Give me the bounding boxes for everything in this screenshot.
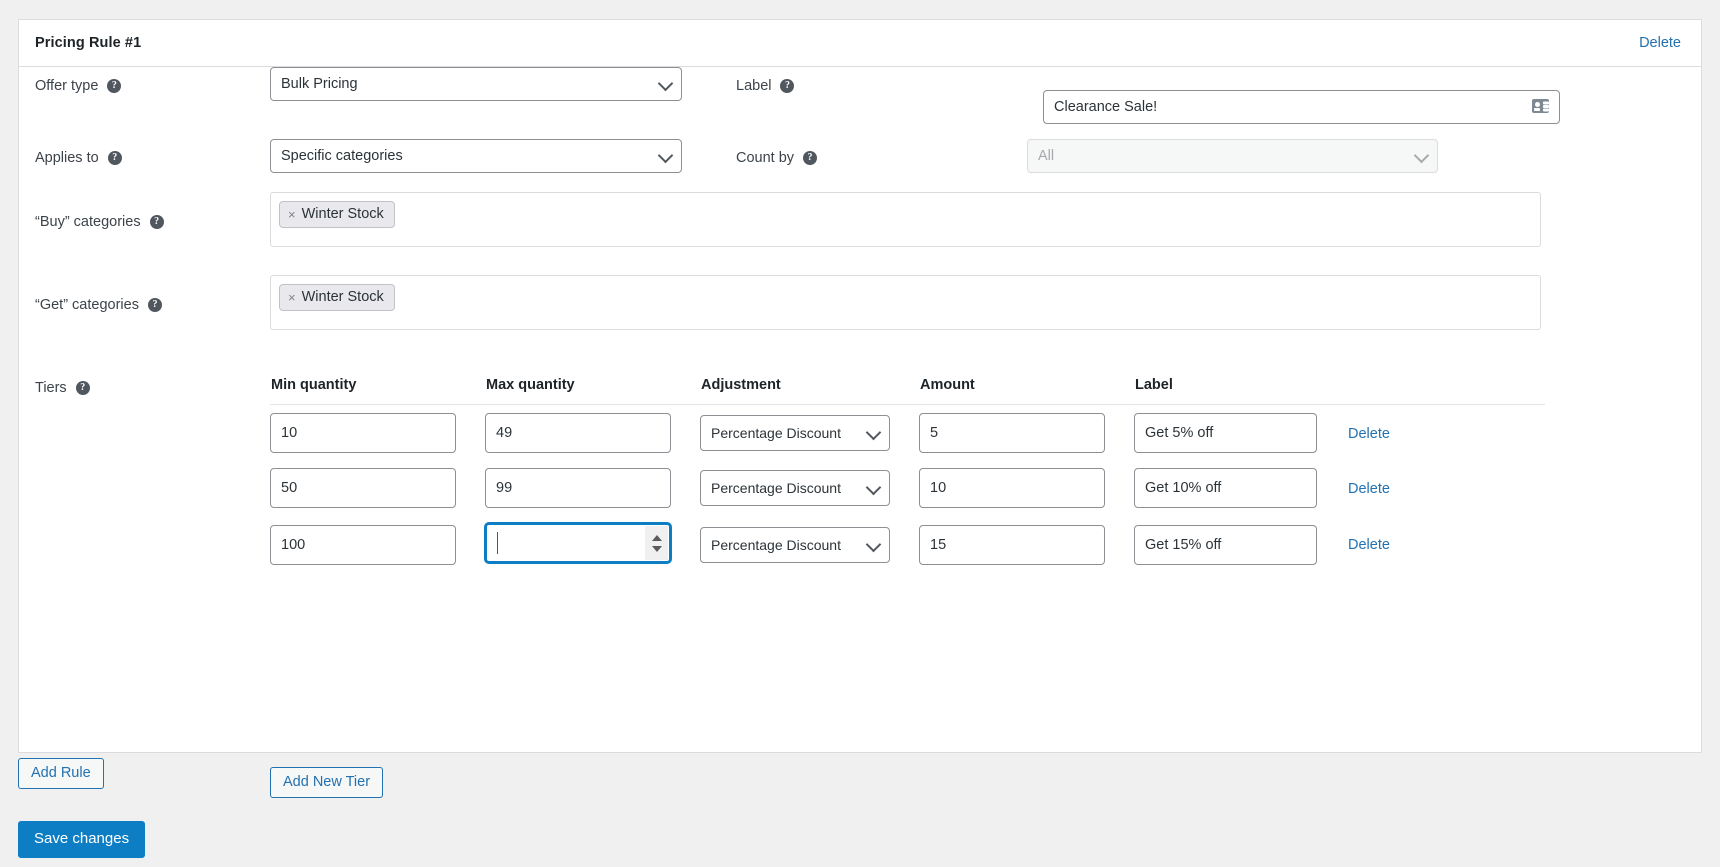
buy-categories-label-text: “Buy” categories	[35, 214, 141, 230]
min-quantity-input[interactable]: 100	[270, 524, 456, 565]
adjustment-select[interactable]: Percentage Discount	[700, 470, 890, 506]
cell-actions: Delete	[1330, 405, 1545, 461]
cell-min-quantity: 10	[270, 405, 485, 461]
cell-amount: 10	[919, 460, 1134, 515]
help-icon[interactable]: ?	[803, 151, 818, 165]
cell-adjustment: Percentage Discount	[700, 460, 919, 515]
table-row: 100 Percentage Discount 15 Get 15% off D…	[270, 515, 1545, 573]
cell-min-quantity: 100	[270, 515, 485, 573]
tiers-label-text: Tiers	[35, 380, 67, 396]
col-header-amount: Amount	[919, 377, 1134, 405]
col-header-adjustment: Adjustment	[700, 377, 919, 405]
label-field-label: Label ?	[736, 78, 795, 94]
tiers-table-header-row: Min quantity Max quantity Adjustment Amo…	[270, 377, 1545, 405]
category-token-label: Winter Stock	[301, 289, 384, 305]
category-token-label: Winter Stock	[301, 206, 384, 222]
cell-max-quantity: 99	[485, 460, 700, 515]
count-by-label-text: Count by	[736, 150, 795, 166]
cell-max-quantity	[485, 515, 700, 573]
applies-to-select[interactable]: Specific categories	[270, 139, 682, 173]
cell-amount: 15	[919, 515, 1134, 573]
amount-input[interactable]: 10	[919, 468, 1105, 508]
stepper-up-icon[interactable]	[651, 534, 662, 541]
delete-tier-link[interactable]: Delete	[1330, 426, 1390, 442]
cell-label: Get 15% off	[1134, 515, 1330, 573]
help-icon[interactable]: ?	[107, 151, 122, 165]
col-header-max-quantity: Max quantity	[485, 377, 700, 405]
cell-min-quantity: 50	[270, 460, 485, 515]
delete-tier-link[interactable]: Delete	[1330, 481, 1390, 497]
offer-type-select-wrapper: Bulk Pricing	[270, 67, 682, 101]
tiers-section: Min quantity Max quantity Adjustment Amo…	[270, 377, 1545, 573]
applies-to-select-wrapper: Specific categories	[270, 139, 682, 173]
delete-rule-link[interactable]: Delete	[1639, 35, 1681, 51]
offer-type-label-text: Offer type	[35, 78, 99, 94]
table-row: 50 99 Percentage Discount 10 Get 10% off…	[270, 460, 1545, 515]
tier-label-input[interactable]: Get 15% off	[1134, 524, 1317, 565]
cell-adjustment: Percentage Discount	[700, 405, 919, 461]
amount-input[interactable]: 15	[919, 524, 1105, 565]
text-caret	[497, 532, 498, 554]
stepper-down-icon[interactable]	[651, 545, 662, 552]
tiers-table: Min quantity Max quantity Adjustment Amo…	[270, 377, 1545, 573]
add-rule-button[interactable]: Add Rule	[18, 758, 104, 789]
applies-to-label: Applies to ?	[35, 150, 122, 166]
tiers-label: Tiers ?	[35, 380, 90, 396]
col-header-min-quantity: Min quantity	[270, 377, 485, 405]
table-row: 10 49 Percentage Discount 5 Get 5% off D…	[270, 405, 1545, 461]
save-button[interactable]: Save changes	[18, 821, 146, 858]
label-input-wrapper: Clearance Sale!	[1043, 90, 1560, 124]
get-categories-label-text: “Get” categories	[35, 297, 139, 313]
adjustment-select[interactable]: Percentage Discount	[700, 526, 890, 563]
max-quantity-number-wrapper	[485, 523, 671, 563]
help-icon[interactable]: ?	[149, 215, 164, 229]
max-quantity-input[interactable]: 49	[485, 413, 671, 453]
min-quantity-input[interactable]: 10	[270, 413, 456, 453]
label-input[interactable]: Clearance Sale!	[1043, 90, 1560, 124]
category-token[interactable]: × Winter Stock	[279, 284, 395, 311]
add-new-tier-button[interactable]: Add New Tier	[270, 767, 384, 798]
count-by-label: Count by ?	[736, 150, 818, 166]
amount-input[interactable]: 5	[919, 413, 1105, 453]
cell-label: Get 10% off	[1134, 460, 1330, 515]
adjustment-select[interactable]: Percentage Discount	[700, 415, 890, 451]
col-header-label: Label	[1134, 377, 1330, 405]
remove-token-icon[interactable]: ×	[288, 208, 296, 221]
cell-max-quantity: 49	[485, 405, 700, 461]
count-by-select: All	[1027, 139, 1438, 173]
tier-label-input[interactable]: Get 5% off	[1134, 413, 1317, 453]
help-icon[interactable]: ?	[107, 79, 122, 93]
page-title: Pricing Rule #1	[35, 35, 142, 51]
get-categories-token-box[interactable]: × Winter Stock	[270, 275, 1541, 330]
help-icon[interactable]: ?	[147, 298, 162, 312]
delete-tier-link[interactable]: Delete	[1330, 537, 1390, 553]
cell-actions: Delete	[1330, 460, 1545, 515]
help-icon[interactable]: ?	[780, 79, 795, 93]
pricing-rule-header: Pricing Rule #1 Delete	[19, 20, 1701, 67]
quantity-stepper[interactable]	[645, 526, 668, 560]
applies-to-label-text: Applies to	[35, 150, 99, 166]
cell-actions: Delete	[1330, 515, 1545, 573]
get-categories-label: “Get” categories ?	[35, 297, 162, 313]
max-quantity-input[interactable]: 99	[485, 468, 671, 508]
pricing-rule-body: Offer type ? Bulk Pricing Label ? Cleara…	[19, 67, 1701, 798]
max-quantity-input[interactable]	[485, 523, 671, 563]
count-by-select-wrapper: All	[1027, 139, 1438, 173]
tiers-table-body: 10 49 Percentage Discount 5 Get 5% off D…	[270, 405, 1545, 574]
remove-token-icon[interactable]: ×	[288, 291, 296, 304]
min-quantity-input[interactable]: 50	[270, 468, 456, 508]
label-field-label-text: Label	[736, 78, 772, 94]
cell-amount: 5	[919, 405, 1134, 461]
category-token[interactable]: × Winter Stock	[279, 201, 395, 228]
tier-label-input[interactable]: Get 10% off	[1134, 468, 1317, 508]
buy-categories-label: “Buy” categories ?	[35, 214, 164, 230]
pricing-rule-card: Pricing Rule #1 Delete Offer type ? Bulk…	[18, 19, 1702, 798]
col-header-actions	[1330, 377, 1545, 405]
cell-adjustment: Percentage Discount	[700, 515, 919, 573]
offer-type-select[interactable]: Bulk Pricing	[270, 67, 682, 101]
cell-label: Get 5% off	[1134, 405, 1330, 461]
help-icon[interactable]: ?	[75, 381, 90, 395]
offer-type-label: Offer type ?	[35, 78, 122, 94]
buy-categories-token-box[interactable]: × Winter Stock	[270, 192, 1541, 247]
